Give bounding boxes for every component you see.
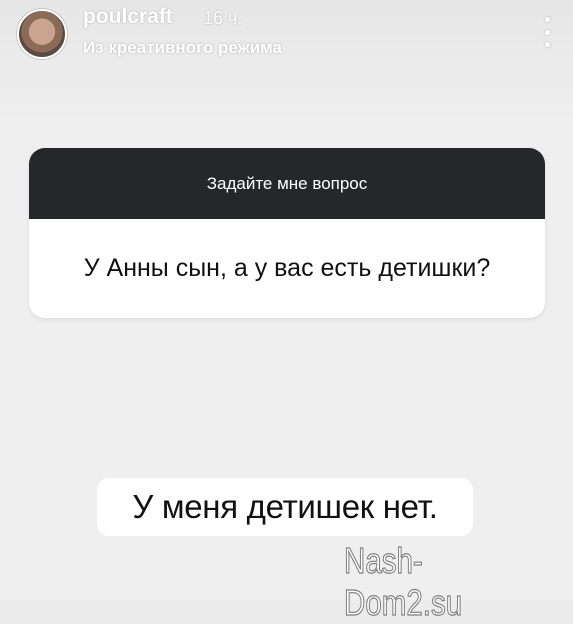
dot bbox=[544, 29, 550, 35]
story-canvas: poulcraft 16 ч. Из креативного режима За… bbox=[0, 0, 573, 624]
more-vertical-icon[interactable] bbox=[539, 17, 555, 47]
dot bbox=[544, 42, 550, 47]
username[interactable]: poulcraft bbox=[83, 5, 173, 29]
answer-text: У меня детишек нет. bbox=[97, 478, 473, 536]
story-source-label: Из креативного режима bbox=[83, 38, 282, 57]
watermark: Nash-Dom2.su bbox=[344, 539, 463, 623]
question-text: У Анны сын, а у вас есть детишки? bbox=[83, 254, 491, 282]
story-header: poulcraft 16 ч. Из креативного режима bbox=[17, 5, 557, 61]
question-sticker: Задайте мне вопрос У Анны сын, а у вас е… bbox=[29, 148, 545, 318]
question-sticker-title: Задайте мне вопрос bbox=[29, 148, 545, 219]
dot bbox=[544, 17, 550, 22]
post-time: 16 ч. bbox=[203, 8, 243, 28]
avatar[interactable] bbox=[17, 9, 67, 59]
